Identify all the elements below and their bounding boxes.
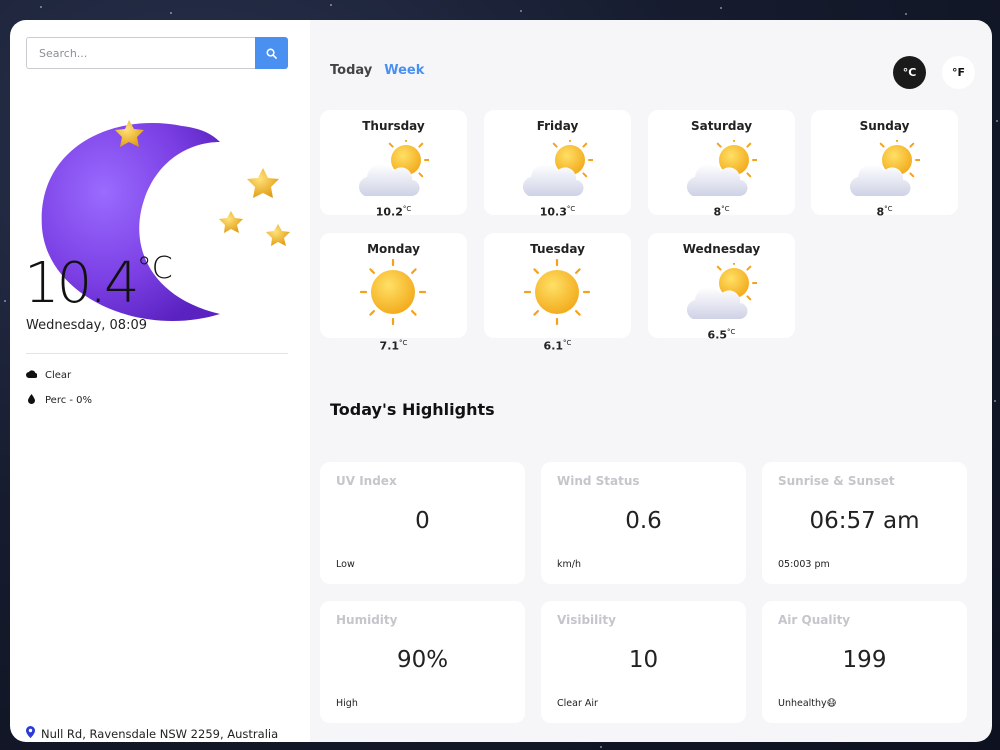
highlights-title: Today's Highlights (330, 400, 495, 419)
forecast-card-tuesday: Tuesday 6.1°C (484, 233, 631, 353)
map-pin-icon (26, 726, 35, 741)
forecast-temp-value: 6.5 (707, 328, 728, 342)
forecast-temp-value: 8 (713, 205, 722, 219)
highlight-value: 0.6 (625, 508, 662, 534)
highlight-value: 90% (396, 647, 449, 673)
current-datetime: Wednesday, 08:09 (26, 318, 147, 333)
forecast-temp-unit: °C (727, 328, 736, 336)
main-panel: Today Week °C °F Thursday 10.2°C Friday 10.… (310, 20, 992, 742)
highlight-sub: High (336, 698, 358, 709)
highlight-label: Air Quality (778, 613, 851, 627)
highlight-sub: 05:003 pm (778, 559, 830, 570)
search-icon (266, 44, 277, 63)
fahrenheit-button[interactable]: °F (942, 56, 975, 89)
highlight-sub: km/h (557, 559, 581, 570)
highlight-value: 06:57 am (809, 508, 920, 534)
forecast-temp: 6.5°C (648, 328, 795, 342)
tab-week[interactable]: Week (384, 63, 424, 78)
partly-cloudy-icon (848, 136, 921, 204)
highlight-label: Wind Status (557, 474, 640, 488)
precipitation-text: Perc - 0% (45, 395, 93, 406)
forecast-day: Thursday (362, 119, 425, 133)
location-row: Null Rd, Ravensdale NSW 2259, Australia (26, 726, 278, 741)
star-icon (247, 168, 279, 198)
forecast-temp-unit: °C (399, 339, 408, 347)
forecast-temp: 6.1°C (484, 339, 631, 353)
current-temperature: 10.4°C (24, 254, 173, 312)
divider (26, 353, 288, 354)
current-temperature-value: 10.4 (24, 251, 140, 316)
forecast-temp-unit: °C (402, 205, 412, 213)
highlight-label: Humidity (336, 613, 398, 627)
forecast-temp-value: 6.1 (543, 339, 564, 353)
view-tabs: Today Week (330, 63, 424, 78)
cloud-icon (26, 370, 38, 381)
forecast-card-sunday: Sunday 8°C (811, 110, 958, 219)
highlight-sub: Low (336, 559, 355, 570)
search-input[interactable] (26, 37, 255, 69)
forecast-temp-value: 7.1 (379, 339, 400, 353)
highlight-card-humidity: Humidity 90% High (320, 601, 525, 723)
tab-today[interactable]: Today (330, 63, 372, 78)
forecast-day: Monday (367, 242, 420, 256)
condition-row: Clear (26, 370, 71, 381)
highlight-label: Visibility (557, 613, 616, 627)
forecast-temp: 10.3°C (484, 205, 631, 219)
highlight-card-uv-index: UV Index 0 Low (320, 462, 525, 584)
star-icon (219, 211, 243, 233)
highlight-card-visibility: Visibility 10 Clear Air (541, 601, 746, 723)
forecast-card-friday: Friday 10.3°C (484, 110, 631, 219)
search-button[interactable] (255, 37, 288, 69)
search-bar (26, 37, 288, 69)
sun-icon (521, 258, 593, 329)
weather-app-window: 10.4°C Wednesday, 08:09 Clear Perc - 0% … (10, 20, 992, 742)
partly-cloudy-icon (521, 136, 594, 204)
highlight-value: 0 (415, 508, 430, 534)
forecast-temp-value: 8 (876, 205, 885, 219)
temperature-unit: °C (136, 251, 173, 286)
sun-icon (357, 258, 429, 329)
raindrop-icon (26, 394, 37, 407)
forecast-temp: 8°C (648, 205, 795, 219)
partly-cloudy-icon (685, 136, 758, 204)
highlight-value: 10 (628, 647, 659, 673)
forecast-day: Friday (536, 119, 579, 133)
highlight-sub: Unhealthy😷 (778, 698, 837, 709)
forecast-temp: 8°C (811, 205, 958, 219)
partly-cloudy-icon (685, 259, 758, 327)
forecast-card-monday: Monday 7.1°C (320, 233, 467, 353)
forecast-day: Saturday (690, 119, 753, 133)
forecast-temp-value: 10.3 (539, 205, 567, 219)
highlight-label: UV Index (336, 474, 397, 488)
precipitation-row: Perc - 0% (26, 394, 92, 407)
forecast-temp-unit: °C (566, 205, 576, 213)
forecast-temp-unit: °C (884, 205, 893, 213)
star-icon (266, 224, 290, 246)
forecast-card-wednesday: Wednesday 6.5°C (648, 233, 795, 342)
forecast-card-saturday: Saturday 8°C (648, 110, 795, 219)
forecast-temp-unit: °C (721, 205, 730, 213)
highlight-card-sunrise-sunset: Sunrise & Sunset 06:57 am 05:003 pm (762, 462, 967, 584)
highlight-value: 199 (842, 647, 887, 673)
celsius-button[interactable]: °C (893, 56, 926, 89)
forecast-card-thursday: Thursday 10.2°C (320, 110, 467, 219)
forecast-day: Sunday (859, 119, 910, 133)
forecast-day: Tuesday (530, 242, 585, 256)
highlight-card-air-quality: Air Quality 199 Unhealthy😷 (762, 601, 967, 723)
sidebar: 10.4°C Wednesday, 08:09 Clear Perc - 0% … (10, 20, 310, 742)
highlight-card-wind-status: Wind Status 0.6 km/h (541, 462, 746, 584)
condition-text: Clear (45, 370, 72, 381)
highlight-label: Sunrise & Sunset (778, 474, 895, 488)
forecast-temp-unit: °C (563, 339, 572, 347)
forecast-day: Wednesday (682, 242, 761, 256)
highlight-sub: Clear Air (557, 698, 598, 709)
partly-cloudy-icon (357, 136, 430, 204)
forecast-temp: 10.2°C (320, 205, 467, 219)
forecast-temp: 7.1°C (320, 339, 467, 353)
forecast-temp-value: 10.2 (375, 205, 403, 219)
location-text: Null Rd, Ravensdale NSW 2259, Australia (41, 726, 279, 741)
